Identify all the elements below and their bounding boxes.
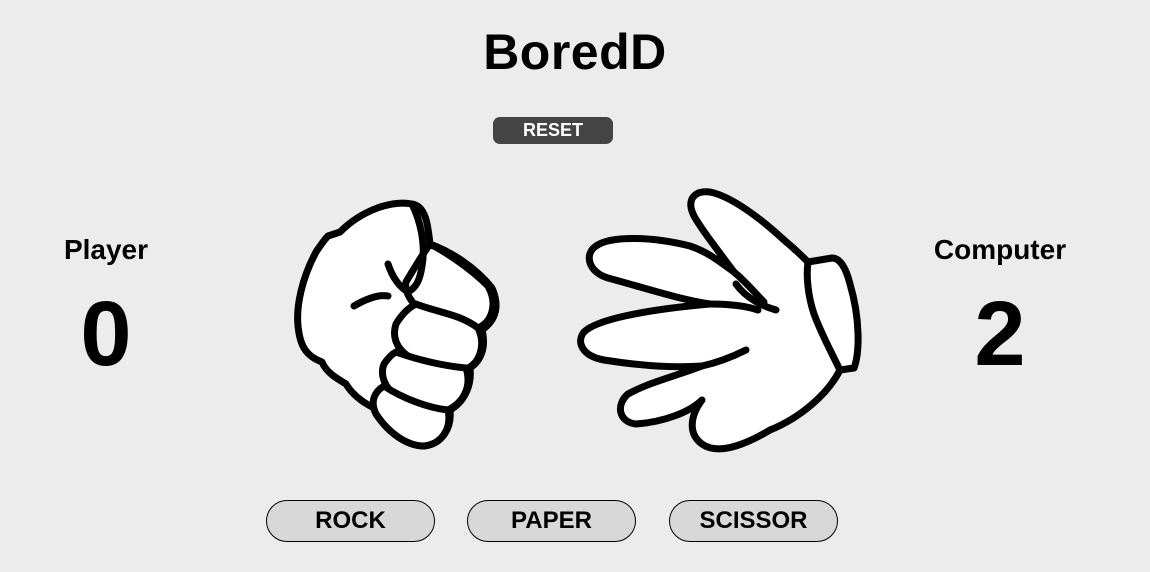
computer-hand-paper-icon xyxy=(570,186,870,458)
player-label: Player xyxy=(63,234,149,265)
reset-button[interactable]: RESET xyxy=(493,117,613,144)
game-title: BoredD xyxy=(483,24,667,80)
player-hand-rock-icon xyxy=(292,196,502,458)
rock-button[interactable]: ROCK xyxy=(266,500,435,542)
player-score-panel: Player 0 xyxy=(6,232,206,384)
player-score: 0 xyxy=(80,283,132,385)
paper-button[interactable]: PAPER xyxy=(467,500,636,542)
game-container: BoredD RESET Player 0 Computer 2 ROCK PA… xyxy=(0,0,1150,572)
computer-score: 2 xyxy=(974,283,1026,385)
computer-label: Computer xyxy=(933,234,1067,265)
scissor-button[interactable]: SCISSOR xyxy=(669,500,838,542)
computer-score-panel: Computer 2 xyxy=(900,232,1100,384)
